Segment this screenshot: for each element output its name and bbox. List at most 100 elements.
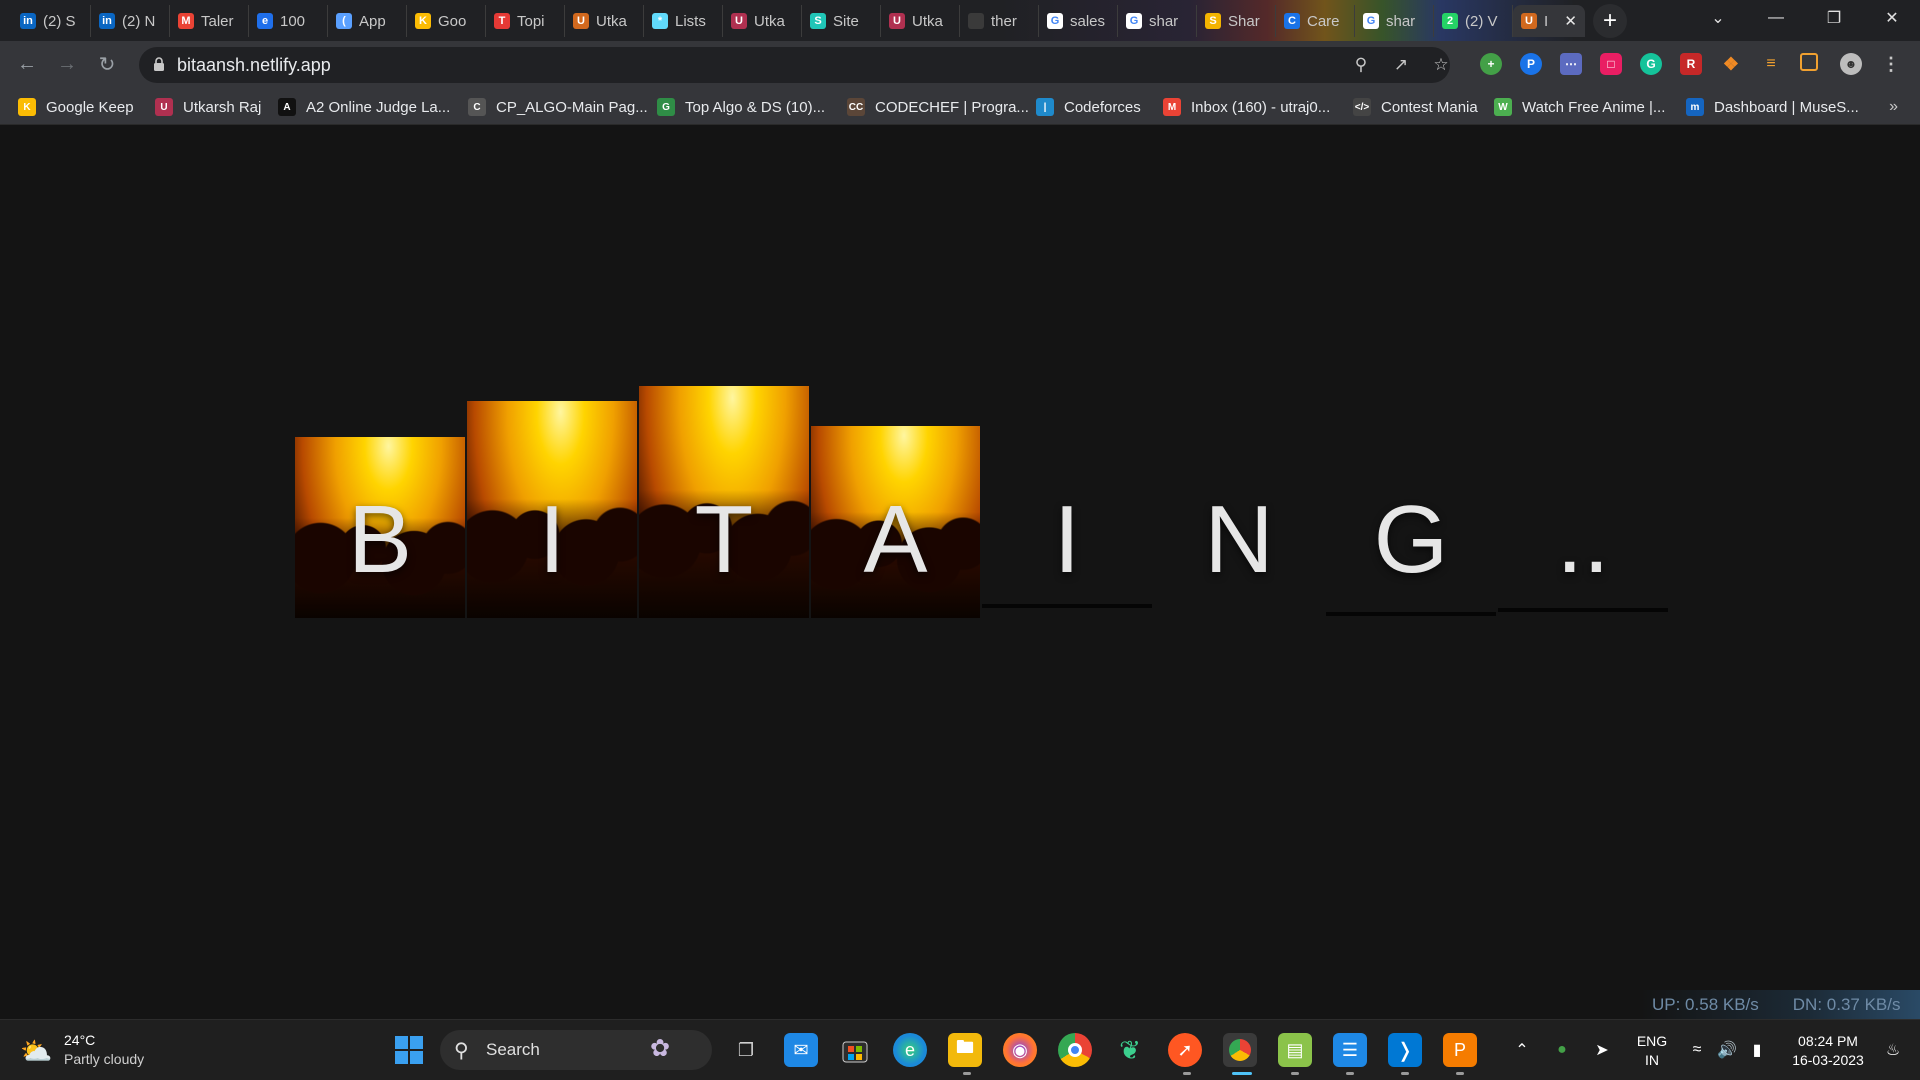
mail-icon[interactable]: ✉	[784, 1033, 818, 1067]
reload-icon[interactable]: ↻	[95, 52, 119, 76]
notification-bell-icon[interactable]: ♨	[1876, 1033, 1910, 1067]
tab[interactable]: U Utka	[881, 5, 960, 37]
taskbar-search[interactable]: ⚲ Search ✿	[440, 1030, 712, 1070]
image-viewer-icon[interactable]: ▤	[1278, 1033, 1312, 1067]
windows-start-icon[interactable]	[392, 1033, 426, 1067]
back-icon[interactable]: ←	[15, 52, 39, 76]
new-tab-button[interactable]: +	[1593, 4, 1627, 38]
forward-icon[interactable]: →	[55, 52, 79, 76]
tab[interactable]: S Shar	[1197, 5, 1276, 37]
extension-square-icon[interactable]: □	[1600, 53, 1622, 75]
tab[interactable]: M Taler	[170, 5, 249, 37]
taskbar: ⛅ 24°C Partly cloudy ⚲ Search ✿ ❐ ✉ e 🖿 …	[0, 1019, 1920, 1080]
tab-label: I	[1544, 12, 1549, 30]
tab[interactable]: Gshar	[1118, 5, 1197, 37]
firefox-icon[interactable]: ◉	[1003, 1033, 1037, 1067]
zoom-icon[interactable]: ⚲	[1351, 55, 1371, 75]
url-text[interactable]: bitaansh.netlify.app	[177, 55, 331, 76]
keep-icon: K	[415, 13, 431, 29]
tab[interactable]: * Lists	[644, 5, 723, 37]
tile-letter: I	[1053, 486, 1081, 593]
bookmark-item[interactable]: | Codeforces	[1036, 96, 1141, 118]
close-tab-icon[interactable]: ✕	[1564, 12, 1577, 30]
chrome-profile-icon[interactable]	[1223, 1033, 1257, 1067]
google-icon: G	[1047, 13, 1063, 29]
clock[interactable]: 08:24 PM 16-03-2023	[1782, 1032, 1874, 1070]
tab[interactable]: in (2) N	[91, 5, 170, 37]
tab[interactable]: U Utka	[565, 5, 644, 37]
butterfly-app-icon[interactable]: ❦	[1113, 1033, 1147, 1067]
menu-icon[interactable]: ⋮	[1880, 53, 1902, 75]
location-icon[interactable]: ➤	[1585, 1033, 1619, 1067]
extension-add-icon[interactable]: +	[1480, 53, 1502, 75]
chrome-icon[interactable]	[1058, 1033, 1092, 1067]
edge-icon[interactable]: e	[893, 1033, 927, 1067]
tab[interactable]: 2 (2) V	[1434, 5, 1513, 37]
muse-icon: m	[1686, 98, 1704, 116]
bookmark-item[interactable]: A A2 Online Judge La...	[278, 96, 450, 118]
pdf-app-icon[interactable]: P	[1443, 1033, 1477, 1067]
file-explorer-icon[interactable]: 🖿	[948, 1033, 982, 1067]
bookmark-label: Inbox (160) - utraj0...	[1191, 98, 1331, 116]
bookmark-item[interactable]: M Inbox (160) - utraj0...	[1163, 96, 1330, 118]
tab-search-icon[interactable]: ⌄	[1690, 0, 1746, 36]
tab[interactable]: Gsales	[1039, 5, 1118, 37]
store-icon[interactable]	[838, 1033, 872, 1067]
close-window-icon[interactable]: ✕	[1864, 0, 1920, 36]
share-icon[interactable]: ↗	[1391, 55, 1411, 75]
extension-red-icon[interactable]: R	[1680, 53, 1702, 75]
tab[interactable]: U Utka	[723, 5, 802, 37]
side-panel-icon[interactable]	[1800, 53, 1818, 71]
active-indicator	[1232, 1072, 1252, 1075]
profile-avatar[interactable]: ☻	[1840, 53, 1862, 75]
tab[interactable]: T Topi	[486, 5, 565, 37]
weather-temp: 24°C	[64, 1032, 96, 1048]
bookmark-item[interactable]: G Top Algo & DS (10)...	[657, 96, 825, 118]
tab[interactable]: e 100	[249, 5, 328, 37]
wifi-icon[interactable]: ≈	[1680, 1033, 1714, 1067]
more-bookmarks-icon[interactable]: »	[1889, 98, 1898, 116]
bookmark-item[interactable]: </> Contest Mania	[1353, 96, 1478, 118]
task-view-icon[interactable]: ❐	[729, 1033, 763, 1067]
address-bar[interactable]: bitaansh.netlify.app ⚲ ↗ ☆	[139, 47, 1450, 83]
minimize-icon[interactable]: —	[1748, 0, 1804, 36]
bookmark-item[interactable]: C CP_ALGO-Main Pag...	[468, 96, 648, 118]
puzzle-icon[interactable]: ❖	[1720, 53, 1742, 75]
tray-chevron-icon[interactable]: ⌃	[1505, 1033, 1539, 1067]
restore-icon[interactable]: ❐	[1806, 0, 1862, 36]
tabs: in (2) S in (2) N M Taler e 100 (App K Goo T Topi U Ut…	[12, 5, 1585, 37]
tab[interactable]: S Site	[802, 5, 881, 37]
volume-icon[interactable]: 🔊	[1710, 1033, 1744, 1067]
battery-icon[interactable]: ▮	[1740, 1033, 1774, 1067]
tile-letter: ..	[1556, 486, 1610, 593]
reading-list-icon[interactable]: ≡	[1760, 53, 1782, 75]
postman-icon[interactable]: ➚	[1168, 1033, 1202, 1067]
bookmark-item[interactable]: U Utkarsh Raj	[155, 96, 261, 118]
tab[interactable]: in (2) S	[12, 5, 91, 37]
tile-bar	[982, 604, 1152, 608]
tab-label: Care	[1307, 12, 1340, 30]
extension-badge-icon[interactable]: P	[1520, 53, 1542, 75]
bookmark-item[interactable]: W Watch Free Anime |...	[1494, 96, 1665, 118]
grammarly-icon[interactable]: G	[1640, 53, 1662, 75]
notepad-icon[interactable]: ☰	[1333, 1033, 1367, 1067]
running-indicator	[1346, 1072, 1354, 1075]
language-indicator[interactable]: ENG IN	[1630, 1032, 1674, 1070]
tray-app-icon[interactable]: ●	[1545, 1033, 1579, 1067]
tab[interactable]: C Care	[1276, 5, 1355, 37]
tile-letter: I	[538, 486, 566, 593]
tab-label: Site	[833, 12, 859, 30]
lock-icon[interactable]	[153, 57, 165, 71]
bookmark-item[interactable]: K Google Keep	[18, 96, 134, 118]
tab-active[interactable]: U I ✕	[1513, 5, 1585, 37]
extension-dots-icon[interactable]: ⋯	[1560, 53, 1582, 75]
bookmark-star-icon[interactable]: ☆	[1431, 55, 1451, 75]
tab[interactable]: ther	[960, 5, 1039, 37]
tab[interactable]: K Goo	[407, 5, 486, 37]
tab[interactable]: Gshar	[1355, 5, 1434, 37]
tab[interactable]: (App	[328, 5, 407, 37]
bookmark-item[interactable]: m Dashboard | MuseS...	[1686, 96, 1859, 118]
globe-icon: U	[573, 13, 589, 29]
bookmark-item[interactable]: CC CODECHEF | Progra...	[847, 96, 1029, 118]
vscode-icon[interactable]: ❭	[1388, 1033, 1422, 1067]
